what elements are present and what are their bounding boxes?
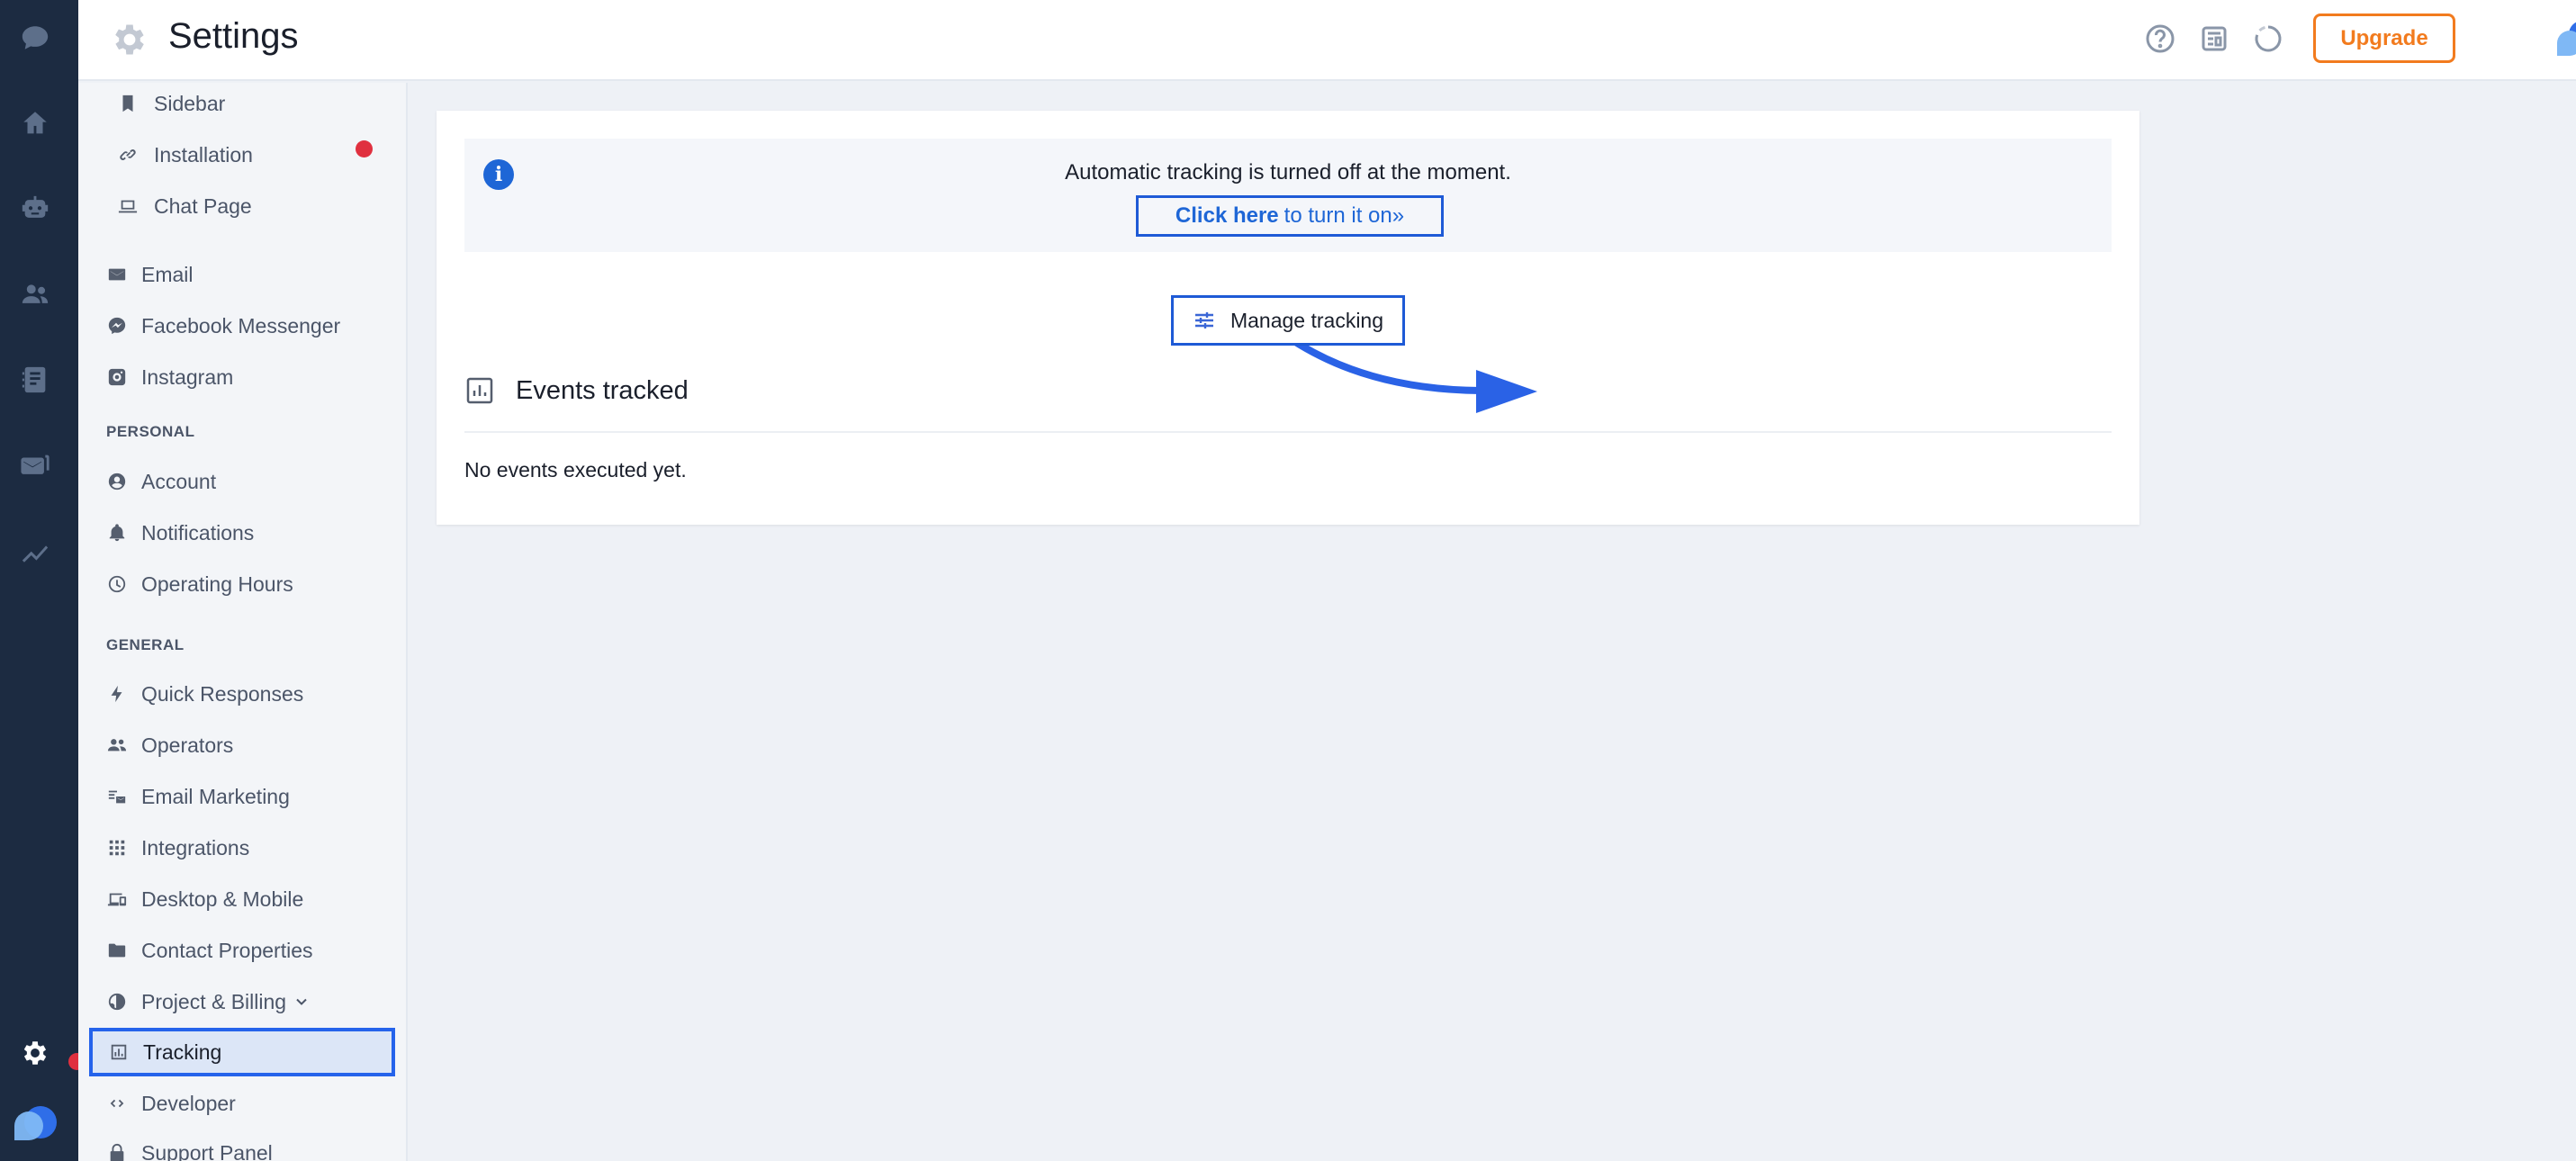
section-header-personal: PERSONAL: [106, 423, 195, 440]
chat-bubble-icon[interactable]: [17, 20, 53, 56]
tracking-off-banner: i Automatic tracking is turned off at th…: [464, 139, 2112, 252]
folder-icon: [107, 940, 127, 960]
sidebar-item-operating-hours[interactable]: Operating Hours: [78, 561, 406, 608]
sidebar-item-label: Integrations: [141, 835, 250, 860]
events-tracked-heading: Events tracked: [516, 376, 689, 405]
sidebar-item-email-marketing[interactable]: Email Marketing: [78, 773, 406, 820]
devices-icon: [107, 889, 127, 909]
top-bar: Settings Upgrade: [78, 0, 2576, 81]
instagram-icon: [107, 367, 127, 387]
grid-icon: [107, 838, 127, 858]
bolt-icon: [107, 684, 127, 704]
tidio-logo-icon[interactable]: [11, 1102, 59, 1149]
turn-on-tracking-link[interactable]: Click here to turn it on»: [1136, 195, 1444, 237]
home-icon[interactable]: [17, 105, 53, 141]
section-header-general: GENERAL: [106, 636, 185, 653]
sidebar-item-project-billing[interactable]: Project & Billing: [78, 978, 406, 1025]
sidebar-item-developer[interactable]: Developer: [78, 1080, 406, 1127]
sidebar-item-label: Email Marketing: [141, 784, 290, 808]
sidebar-item-email[interactable]: Email: [78, 251, 406, 298]
sidebar-item-label: Support Panel: [141, 1140, 273, 1161]
sidebar-item-operators[interactable]: Operators: [78, 722, 406, 769]
manage-tracking-label: Manage tracking: [1229, 308, 1384, 332]
laptop-icon: [118, 196, 138, 216]
sidebar-item-label: Tracking: [143, 1040, 222, 1064]
sidebar-item-label: Chat Page: [154, 194, 252, 218]
mail-icon: [107, 265, 127, 284]
contacts-icon[interactable]: [17, 276, 53, 312]
sidebar-item-integrations[interactable]: Integrations: [78, 824, 406, 871]
messenger-icon: [107, 316, 127, 336]
sidebar-item-label: Installation: [154, 142, 253, 166]
mailbox-icon[interactable]: [17, 447, 53, 483]
page-title: Settings: [168, 16, 299, 56]
sidebar-item-label: Developer: [141, 1091, 236, 1115]
sidebar-item-support-panel[interactable]: Support Panel: [78, 1130, 406, 1161]
upgrade-button[interactable]: Upgrade: [2313, 14, 2455, 63]
sidebar-item-label: Facebook Messenger: [141, 313, 341, 338]
help-icon[interactable]: [2143, 22, 2177, 56]
news-icon[interactable]: [2197, 22, 2231, 56]
lock-icon: [107, 1143, 127, 1161]
sidebar-item-label: Contact Properties: [141, 938, 313, 962]
sidebar-item-facebook-messenger[interactable]: Facebook Messenger: [78, 302, 406, 349]
turn-on-link-rest: to turn it on»: [1283, 203, 1405, 228]
events-chart-icon: [465, 376, 494, 405]
bookmark-icon: [118, 94, 138, 113]
tracking-card: i Automatic tracking is turned off at th…: [437, 111, 2139, 525]
left-rail: [0, 0, 86, 1161]
knowledge-base-icon[interactable]: [17, 362, 53, 398]
bot-icon[interactable]: [17, 191, 53, 227]
events-divider: [464, 431, 2112, 433]
sidebar-item-label: Email: [141, 262, 194, 286]
sidebar-item-label: Operators: [141, 733, 234, 757]
tracking-status-message: Automatic tracking is turned off at the …: [1065, 160, 1511, 184]
chart-icon: [109, 1042, 129, 1062]
chevron-down-icon: [296, 998, 307, 1005]
installation-alert-dot: [356, 140, 373, 158]
user-avatar[interactable]: [2555, 18, 2576, 59]
account-icon: [107, 472, 127, 491]
sidebar-item-desktop-mobile[interactable]: Desktop & Mobile: [78, 876, 406, 922]
sliders-icon: [1194, 312, 1213, 328]
sidebar-item-label: Account: [141, 469, 217, 493]
sidebar-item-quick-responses[interactable]: Quick Responses: [78, 670, 406, 717]
settings-gear-icon[interactable]: [17, 1035, 53, 1071]
manage-tracking-button[interactable]: Manage tracking: [1171, 295, 1405, 346]
sidebar-item-chat-page[interactable]: Chat Page: [78, 183, 406, 230]
sidebar-item-label: Operating Hours: [141, 572, 293, 596]
people-icon: [107, 735, 127, 755]
bell-icon: [107, 523, 127, 543]
sidebar-item-label: Desktop & Mobile: [141, 886, 304, 911]
sidebar-item-contact-properties[interactable]: Contact Properties: [78, 927, 406, 974]
turn-on-link-bold: Click here: [1175, 203, 1279, 228]
sidebar-item-label: Sidebar: [154, 91, 226, 115]
sidebar-item-label: Quick Responses: [141, 681, 304, 706]
no-events-message: No events executed yet.: [464, 458, 687, 482]
sidebar-item-notifications[interactable]: Notifications: [78, 509, 406, 556]
sidebar-item-sidebar[interactable]: Sidebar: [78, 83, 406, 127]
settings-sidebar: Sidebar Installation Chat Page Email Fac…: [78, 83, 408, 1161]
settings-header-gear-icon: [110, 20, 149, 59]
sidebar-item-label: Instagram: [141, 364, 234, 389]
globe-icon: [107, 992, 127, 1012]
email-marketing-icon: [107, 787, 127, 806]
sidebar-item-tracking[interactable]: Tracking: [89, 1028, 395, 1076]
code-icon: [107, 1094, 127, 1113]
sidebar-item-account[interactable]: Account: [78, 458, 406, 505]
sidebar-item-label: Project & Billing: [141, 989, 287, 1013]
progress-ring-icon[interactable]: [2251, 22, 2285, 56]
sidebar-item-label: Notifications: [141, 520, 255, 544]
link-icon: [118, 145, 138, 165]
sidebar-item-instagram[interactable]: Instagram: [78, 354, 406, 400]
clock-icon: [107, 574, 127, 594]
analytics-icon[interactable]: [17, 533, 53, 569]
